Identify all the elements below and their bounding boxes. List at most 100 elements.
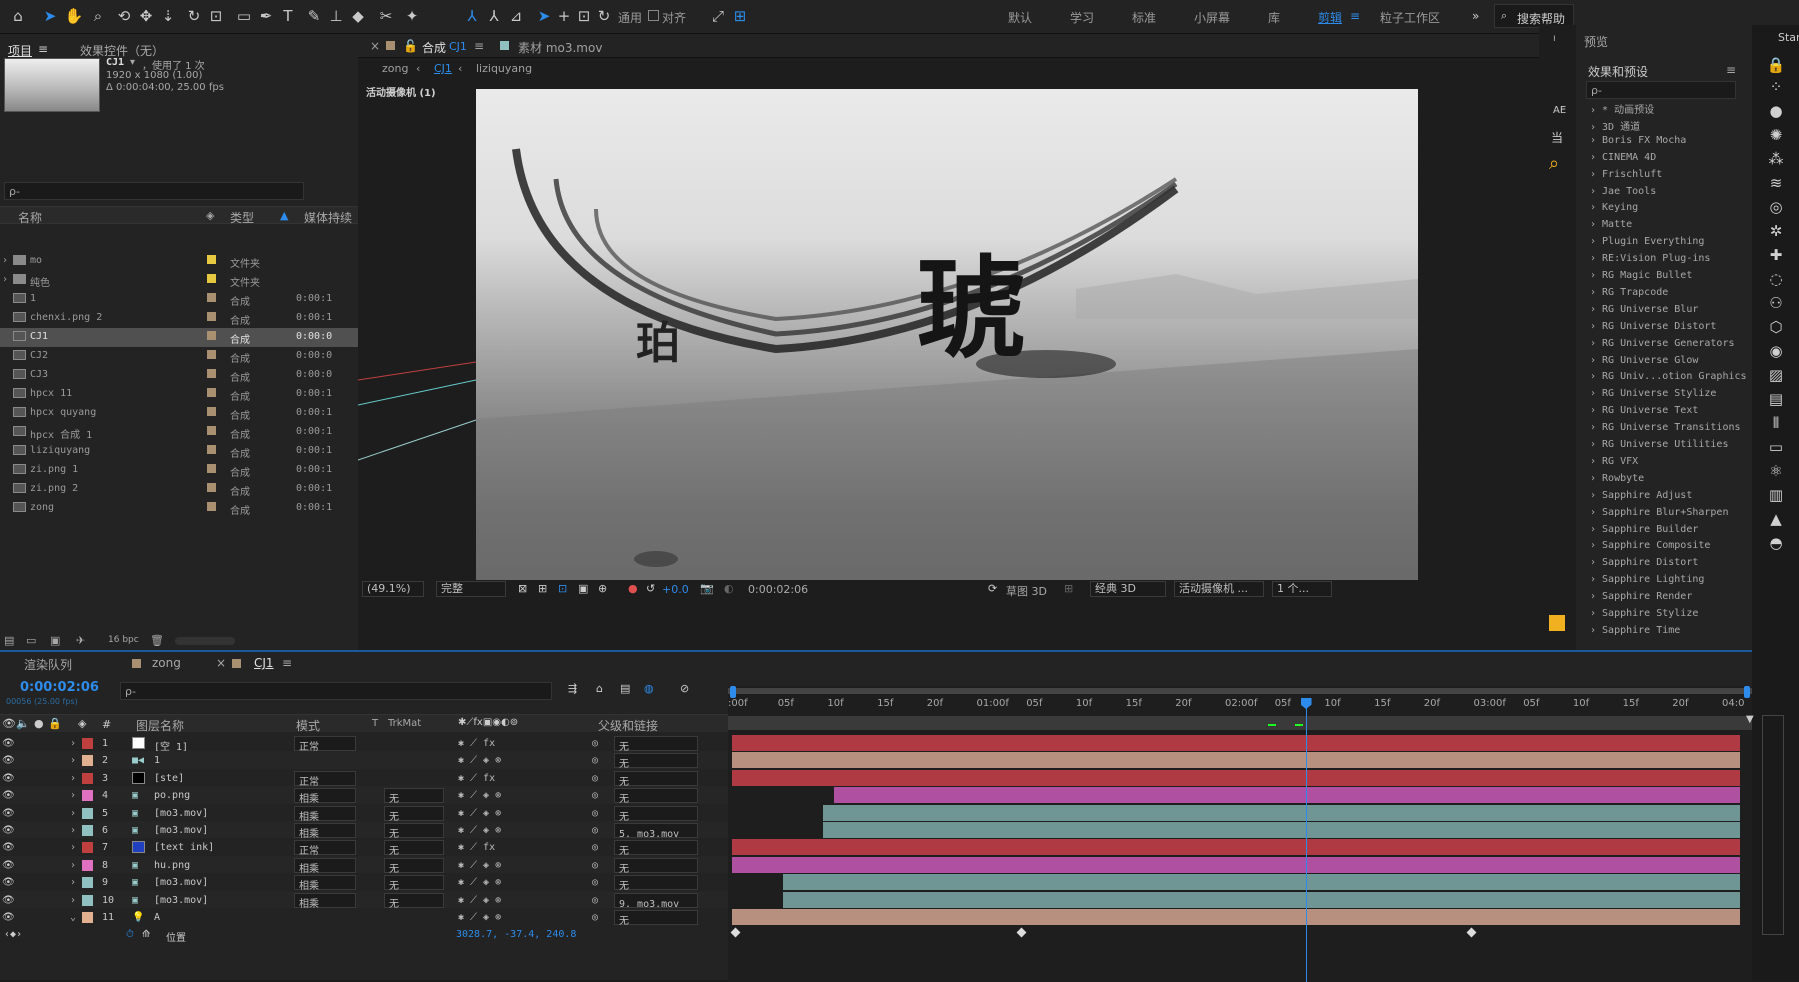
solo-icon[interactable]: ● <box>34 717 44 730</box>
layer-label-swatch[interactable] <box>82 772 93 784</box>
parent-dropdown[interactable]: 9. mo3.mov <box>614 892 698 910</box>
effects-category[interactable]: › Plugin Everything <box>1590 236 1704 247</box>
snap-box-icon[interactable]: ⊡ <box>574 6 594 26</box>
keyframe-diamond[interactable] <box>1466 927 1477 938</box>
layer-bar[interactable] <box>823 804 1740 821</box>
shy-icon[interactable]: ⌂ <box>596 682 603 695</box>
cluster-icon[interactable]: ⁂ <box>1766 149 1786 169</box>
region-icon[interactable]: ⊠ <box>518 582 527 595</box>
pen-icon[interactable]: ✒ <box>256 6 276 26</box>
dolly-icon[interactable]: ⇣ <box>158 6 178 26</box>
work-area-bar[interactable] <box>728 688 1752 694</box>
lock-icon[interactable]: 🔓 <box>403 39 418 53</box>
layer-label-swatch[interactable] <box>82 894 93 906</box>
effects-category[interactable]: › Sapphire Stylize <box>1590 608 1698 619</box>
menu-icon[interactable]: ≡ <box>282 656 292 670</box>
trkmat-dropdown[interactable]: 无 <box>384 840 444 857</box>
orbit-icon[interactable]: ⟲ <box>114 6 134 26</box>
parent-dropdown[interactable]: 无 <box>614 857 698 875</box>
chevron-right-icon[interactable]: › <box>2 255 8 266</box>
current-timecode[interactable]: 0:00:02:06 <box>20 680 99 695</box>
mode-dropdown[interactable]: 正常 <box>294 770 356 788</box>
effects-category[interactable]: › RG Universe Blur <box>1590 304 1698 315</box>
col-media-duration[interactable]: 媒体持续 <box>304 209 352 226</box>
tab-zong[interactable]: zong <box>152 656 181 670</box>
project-item[interactable]: CJ3 合成 0:00:0 <box>0 366 358 385</box>
snap-rotate-icon[interactable]: ↻ <box>594 6 614 26</box>
brush-icon[interactable]: ✎ <box>304 6 324 26</box>
snap-icon[interactable]: ⤢ <box>708 6 728 26</box>
atom-icon[interactable]: ⚛ <box>1766 461 1786 481</box>
chevron-right-icon[interactable]: › <box>70 842 76 853</box>
scrollbar[interactable] <box>175 637 235 645</box>
render-queue-tab[interactable]: 渲染队列 <box>24 656 72 673</box>
layer-bar[interactable] <box>732 735 1740 751</box>
bpc-label[interactable]: 16 bpc <box>108 635 139 645</box>
project-search-input[interactable]: ρ- <box>4 182 304 200</box>
effects-category[interactable]: › Jae Tools <box>1590 186 1656 197</box>
layer-name[interactable]: [ste] <box>154 773 184 784</box>
snapshot-icon[interactable]: 📷 <box>700 582 714 595</box>
effects-category[interactable]: › Sapphire Render <box>1590 591 1692 602</box>
layer-switches[interactable]: ✱ ⟋ ◈ ⊚ <box>458 860 501 871</box>
layer-label-swatch[interactable] <box>82 755 93 767</box>
layer-bar[interactable] <box>732 752 1740 769</box>
zoom-icon[interactable]: ⌕ <box>88 6 108 26</box>
view-axis-icon[interactable]: ⊿ <box>506 6 526 26</box>
col-mode[interactable]: 模式 <box>296 717 320 734</box>
menu-icon[interactable]: ≡ <box>474 39 484 53</box>
frame-blend-icon[interactable]: ▤ <box>620 682 630 695</box>
layer-name[interactable]: 1 <box>154 755 160 766</box>
switches-icons[interactable]: ✱⟋fx▣◉◐⊚ <box>458 717 518 728</box>
project-item[interactable]: chenxi.png 2 合成 0:00:1 <box>0 309 358 328</box>
layer-switches[interactable]: ✱ ⟋ fx <box>458 738 495 749</box>
label-swatch[interactable] <box>207 426 216 435</box>
col-trkmat[interactable]: TrkMat <box>388 718 421 729</box>
ring-icon[interactable]: ◎ <box>1766 197 1786 217</box>
layer-bar[interactable] <box>732 839 1740 856</box>
roto-icon[interactable]: ✂ <box>376 6 396 26</box>
eye-icon[interactable]: 👁 <box>2 825 15 836</box>
more-workspaces-icon[interactable]: » <box>1472 9 1479 23</box>
effects-category[interactable]: › Sapphire Time <box>1590 625 1680 636</box>
eye-icon[interactable]: 👁 <box>2 842 15 853</box>
eye-icon[interactable]: 👁 <box>2 912 15 923</box>
project-item[interactable]: hpcx 合成 1 合成 0:00:1 <box>0 423 358 442</box>
effects-category[interactable]: › RG Universe Text <box>1590 405 1698 416</box>
pickwhip-icon[interactable]: ◎ <box>592 860 598 871</box>
folder-icon-yellow[interactable] <box>1549 615 1565 631</box>
chevron-right-icon[interactable]: ⌄ <box>70 912 76 923</box>
effects-category[interactable]: › Matte <box>1590 219 1632 230</box>
comp-tab-name[interactable]: CJ1 <box>449 40 467 53</box>
keyframe-diamond[interactable] <box>1016 927 1027 938</box>
chevron-right-icon[interactable]: › <box>70 790 76 801</box>
ws-library[interactable]: 库 <box>1268 9 1280 26</box>
pickwhip-icon[interactable]: ◎ <box>592 877 598 888</box>
layer-label-swatch[interactable] <box>82 825 93 836</box>
layer-bar[interactable] <box>732 909 1740 925</box>
pickwhip-icon[interactable]: ◎ <box>592 755 598 766</box>
bars-icon[interactable]: ⫴ <box>1766 413 1786 433</box>
time-ruler[interactable]: :00f 05f 10f 15f 20f 01:00f 05f 10f 15f 20f 02:00f… <box>728 698 1752 714</box>
trkmat-dropdown[interactable]: 无 <box>384 892 444 910</box>
label-swatch[interactable] <box>207 407 216 416</box>
effects-category[interactable]: › Sapphire Builder <box>1590 524 1698 535</box>
circle-icon[interactable]: ● <box>1766 101 1786 121</box>
lines-icon[interactable]: ▥ <box>1766 485 1786 505</box>
hand-icon[interactable]: ✋ <box>64 6 84 26</box>
eye-icon[interactable]: 👁 <box>2 755 15 766</box>
label-swatch[interactable] <box>207 255 216 264</box>
playhead[interactable] <box>1300 698 1312 982</box>
snap-pointer-icon[interactable]: ➤ <box>534 6 554 26</box>
chevron-right-icon[interactable]: › <box>70 895 76 906</box>
parent-dropdown[interactable]: 无 <box>614 805 698 823</box>
mode-dropdown[interactable]: 正常 <box>294 840 356 857</box>
layer-name[interactable]: [mo3.mov] <box>154 825 208 836</box>
dashed-circle-icon[interactable]: ◌ <box>1766 269 1786 289</box>
work-area-end[interactable] <box>1744 686 1750 698</box>
effects-category[interactable]: › Sapphire Adjust <box>1590 490 1692 501</box>
col-name[interactable]: 名称 <box>18 209 42 226</box>
camera-dropdown[interactable]: 活动摄像机 ... <box>1174 581 1264 597</box>
label-swatch[interactable] <box>207 388 216 397</box>
audio-icon[interactable]: 🔈 <box>16 717 30 730</box>
